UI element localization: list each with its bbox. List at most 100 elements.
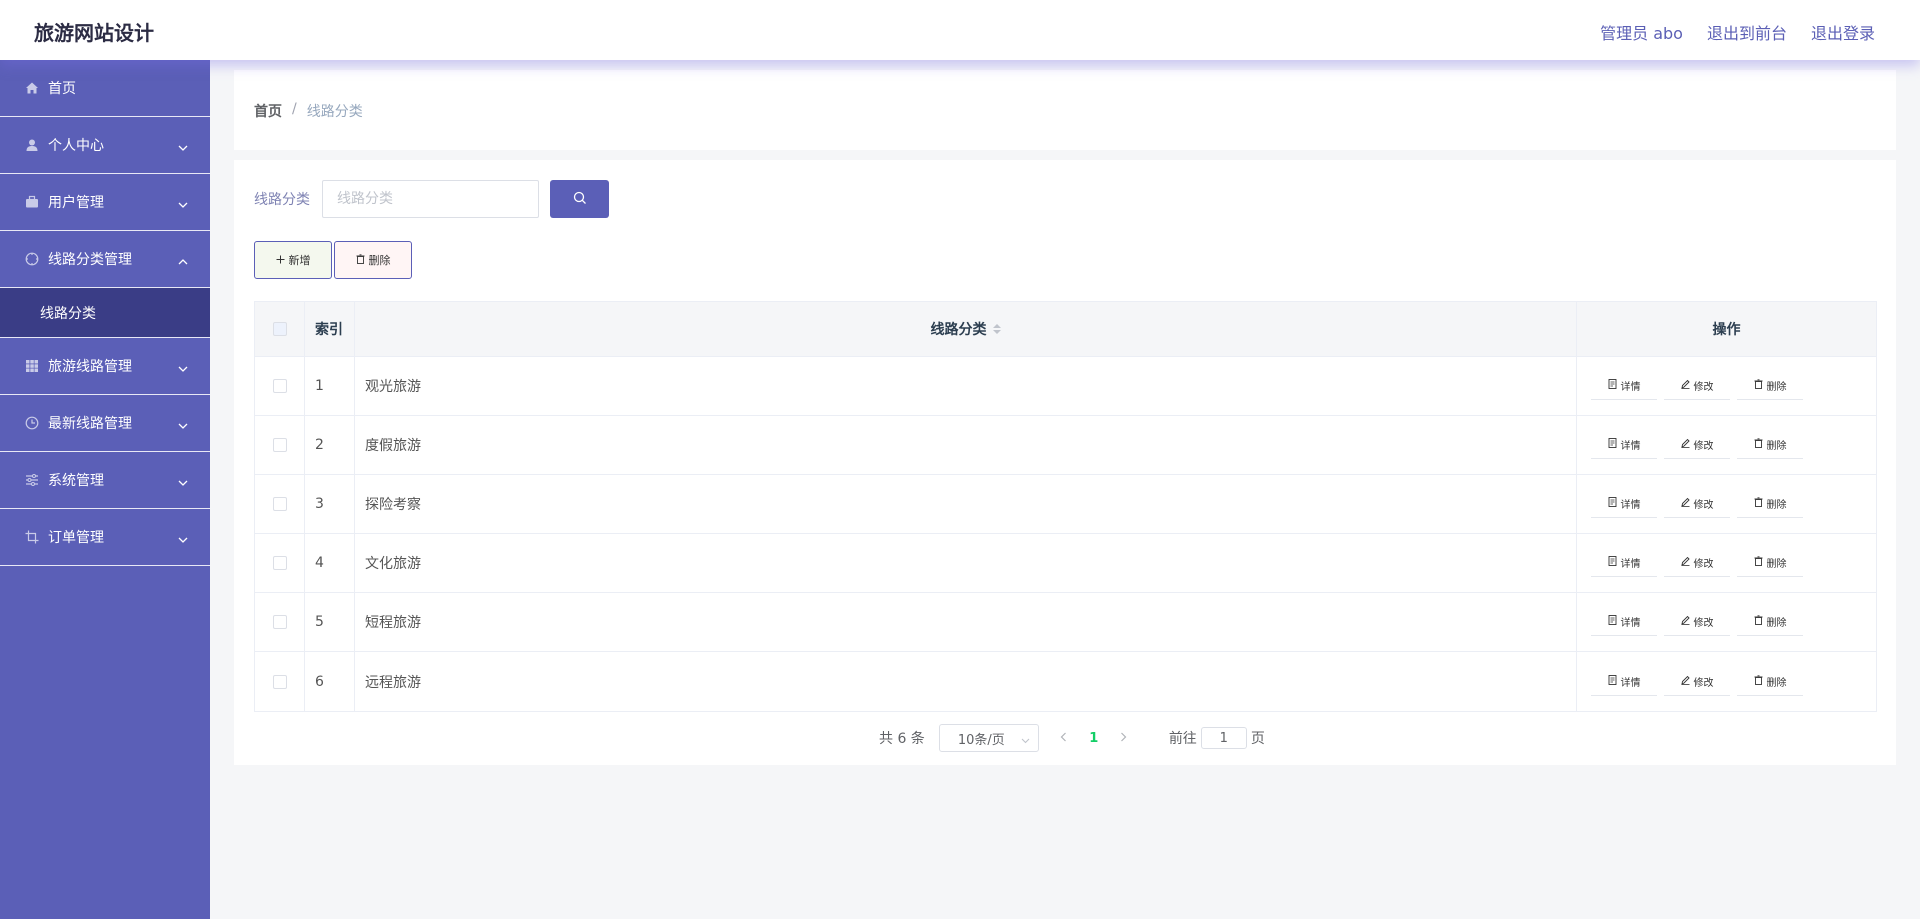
pencil-icon [1680, 615, 1690, 628]
detail-button[interactable]: 详情 [1591, 431, 1657, 459]
row-checkbox-cell [255, 593, 305, 651]
sidebar-item-system-mgmt[interactable]: 系统管理 [0, 452, 210, 509]
sort-icon[interactable] [992, 324, 1001, 334]
goto-page-input[interactable] [1200, 727, 1247, 749]
chevron-down-icon [178, 531, 188, 547]
sidebar-item-order-mgmt[interactable]: 订单管理 [0, 509, 210, 566]
row-index: 6 [305, 652, 355, 711]
table-row: 4 文化旅游 详情 修改 删除 [255, 534, 1876, 593]
sliders-icon [24, 472, 40, 488]
row-checkbox[interactable] [272, 556, 287, 570]
briefcase-icon [24, 194, 40, 210]
edit-button[interactable]: 修改 [1664, 608, 1730, 636]
row-checkbox[interactable] [272, 615, 287, 629]
prev-page-button[interactable] [1049, 730, 1079, 746]
detail-button[interactable]: 详情 [1591, 549, 1657, 577]
delete-label: 删除 [1766, 618, 1787, 629]
chevron-down-icon [178, 196, 188, 212]
pencil-icon [1680, 379, 1690, 392]
page-size-select[interactable]: 10条/页 [938, 724, 1039, 752]
delete-label: 删除 [1766, 500, 1787, 511]
breadcrumb-home[interactable]: 首页 [254, 101, 282, 121]
crop-icon [24, 529, 40, 545]
exit-to-front-link[interactable]: 退出到前台 [1707, 20, 1787, 44]
row-route-category: 短程旅游 [355, 593, 1577, 651]
row-index: 5 [305, 593, 355, 651]
search-button[interactable] [550, 180, 609, 218]
user-icon [24, 137, 40, 153]
detail-label: 详情 [1620, 500, 1641, 511]
row-checkbox-cell [255, 534, 305, 592]
edit-button[interactable]: 修改 [1664, 549, 1730, 577]
row-checkbox[interactable] [272, 674, 287, 689]
detail-button[interactable]: 详情 [1591, 490, 1657, 518]
header-name-cell[interactable]: 线路分类 [355, 302, 1577, 356]
page-number-current[interactable]: 1 [1079, 731, 1109, 746]
header-checkbox-cell [255, 302, 305, 356]
row-delete-button[interactable]: 删除 [1737, 667, 1803, 696]
top-header: 旅游网站设计 管理员 abo 退出到前台 退出登录 [0, 0, 1920, 60]
chevron-down-icon [178, 474, 188, 490]
add-button[interactable]: 新增 [254, 241, 332, 279]
detail-label: 详情 [1620, 382, 1641, 393]
compass-icon [24, 251, 40, 267]
row-index: 3 [305, 475, 355, 533]
chevron-down-icon [178, 417, 188, 433]
row-checkbox[interactable] [272, 438, 287, 452]
row-delete-button[interactable]: 删除 [1737, 490, 1803, 518]
document-icon [1608, 497, 1617, 510]
row-route-category: 远程旅游 [355, 652, 1577, 711]
sidebar-item-label: 订单管理 [48, 530, 104, 546]
sidebar-item-label: 最新线路管理 [48, 416, 132, 432]
table-row: 3 探险考察 详情 修改 删除 [255, 475, 1876, 534]
table-row: 5 短程旅游 详情 修改 删除 [255, 593, 1876, 652]
content-card: 线路分类 新增 删除 索引 线路分类 [234, 160, 1896, 765]
chevron-down-icon [1021, 733, 1030, 748]
sidebar-item-travel-route-mgmt[interactable]: 旅游线路管理 [0, 338, 210, 395]
row-checkbox[interactable] [272, 497, 287, 511]
sidebar: 首页 个人中心 用户管理 线路分类管理 线路分类 旅游线路管理 最新线路管理 系… [0, 60, 210, 919]
detail-button[interactable]: 详情 [1591, 667, 1657, 696]
row-delete-button[interactable]: 删除 [1737, 608, 1803, 636]
edit-button[interactable]: 修改 [1664, 667, 1730, 696]
row-route-category: 观光旅游 [355, 357, 1577, 415]
detail-button[interactable]: 详情 [1591, 608, 1657, 636]
edit-button[interactable]: 修改 [1664, 490, 1730, 518]
sidebar-item-users[interactable]: 用户管理 [0, 174, 210, 231]
delete-label: 删除 [1766, 559, 1787, 570]
edit-button[interactable]: 修改 [1664, 372, 1730, 400]
batch-delete-button[interactable]: 删除 [334, 241, 412, 279]
sidebar-item-label: 首页 [48, 81, 76, 97]
detail-label: 详情 [1620, 559, 1641, 570]
row-checkbox-cell [255, 475, 305, 533]
home-icon [24, 80, 40, 96]
goto-page: 前往 页 [1169, 727, 1265, 749]
sidebar-item-label: 用户管理 [48, 195, 104, 211]
route-category-search-input[interactable] [322, 180, 539, 218]
row-checkbox[interactable] [272, 379, 287, 393]
edit-button[interactable]: 修改 [1664, 431, 1730, 459]
sidebar-subitem-route-category[interactable]: 线路分类 [0, 288, 210, 338]
logout-link[interactable]: 退出登录 [1811, 20, 1875, 44]
search-label: 线路分类 [254, 192, 310, 208]
header-index: 索引 [305, 302, 355, 356]
breadcrumb-separator: / [292, 101, 297, 117]
sidebar-item-latest-route-mgmt[interactable]: 最新线路管理 [0, 395, 210, 452]
admin-user-label[interactable]: 管理员 abo [1600, 20, 1683, 44]
select-all-checkbox[interactable] [272, 322, 287, 336]
row-checkbox-cell [255, 416, 305, 474]
sidebar-item-home[interactable]: 首页 [0, 60, 210, 117]
delete-label: 删除 [1766, 382, 1787, 393]
page-size-value: 10条/页 [957, 732, 1005, 748]
row-delete-button[interactable]: 删除 [1737, 431, 1803, 459]
next-page-button[interactable] [1109, 730, 1139, 746]
row-delete-button[interactable]: 删除 [1737, 549, 1803, 577]
detail-button[interactable]: 详情 [1591, 372, 1657, 400]
sidebar-item-profile[interactable]: 个人中心 [0, 117, 210, 174]
sidebar-item-route-category-mgmt[interactable]: 线路分类管理 [0, 231, 210, 288]
row-ops-cell: 详情 修改 删除 [1577, 652, 1876, 711]
plus-icon [276, 254, 285, 267]
add-button-label: 新增 [288, 254, 311, 267]
row-delete-button[interactable]: 删除 [1737, 372, 1803, 400]
breadcrumb-card: 首页 / 线路分类 [234, 70, 1896, 150]
